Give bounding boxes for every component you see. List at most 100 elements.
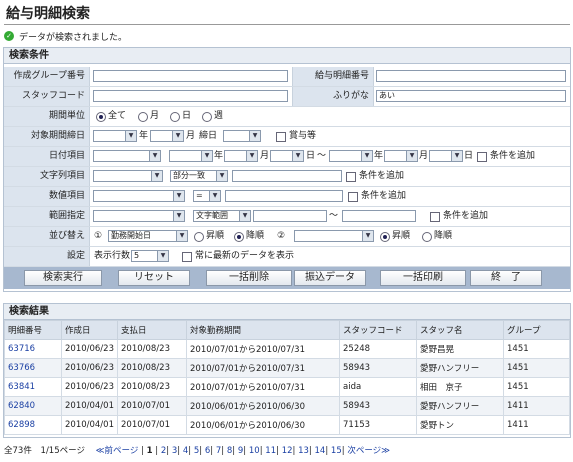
staff-code-label: スタッフコード: [4, 87, 90, 106]
detail-number-input[interactable]: [376, 70, 566, 82]
created-date-cell: 2010/06/23: [61, 377, 118, 397]
furigana-input[interactable]: あい: [376, 90, 566, 102]
range-type-select[interactable]: 文字範囲: [193, 210, 251, 222]
sort2-desc-radio[interactable]: [422, 232, 432, 242]
string-item-select[interactable]: [93, 170, 163, 182]
range-add-condition-checkbox[interactable]: [430, 212, 440, 222]
string-value-input[interactable]: [232, 170, 342, 182]
target-month-select[interactable]: [150, 130, 184, 142]
page-link[interactable]: 11: [265, 446, 276, 456]
bulk-delete-button[interactable]: 一括削除: [206, 270, 292, 286]
page-link[interactable]: 13: [298, 446, 309, 456]
period-month-radio[interactable]: [138, 112, 148, 122]
staff-code-input[interactable]: [93, 90, 288, 102]
row-period-unit: 期間単位 全て 月 日 週: [4, 107, 570, 127]
date-to-year-select[interactable]: [329, 150, 373, 162]
col-pay-date[interactable]: 支払日: [117, 320, 187, 340]
table-row: 63766 2010/06/23 2010/08/23 2010/07/01から…: [4, 358, 570, 378]
transfer-data-button[interactable]: 振込データ: [294, 270, 366, 286]
group-cell: 1411: [503, 396, 570, 416]
string-add-condition-checkbox[interactable]: [346, 172, 356, 182]
next-page-link[interactable]: 次ページ≫: [347, 446, 390, 456]
col-detail-number[interactable]: 明細番号: [4, 320, 62, 340]
closing-day-select[interactable]: [223, 130, 261, 142]
date-from-year-select[interactable]: [169, 150, 213, 162]
staff-code-cell: 58943: [339, 358, 417, 378]
detail-number-link[interactable]: 63716: [8, 344, 35, 354]
sort1-asc-label: 昇順: [206, 231, 225, 241]
row-numeric-item: 数値項目 = 条件を追加: [4, 187, 570, 207]
search-button[interactable]: 検索実行: [24, 270, 102, 286]
sort2-asc-radio[interactable]: [380, 232, 390, 242]
period-all-radio[interactable]: [96, 112, 106, 122]
numeric-value-input[interactable]: [225, 190, 343, 202]
period-day-label: 日: [182, 111, 192, 121]
bonus-checkbox[interactable]: [276, 132, 286, 142]
col-work-period[interactable]: 対象勤務期間: [186, 320, 340, 340]
target-period-label: 対象期間締日: [4, 127, 90, 146]
numeric-item-select[interactable]: [93, 190, 185, 202]
target-year-select[interactable]: [93, 130, 137, 142]
range-item-select[interactable]: [93, 210, 185, 222]
staff-name-cell: 愛野トン: [416, 415, 504, 435]
detail-number-link[interactable]: 62840: [8, 401, 35, 411]
col-created-date[interactable]: 作成日: [61, 320, 118, 340]
sort1-desc-radio[interactable]: [234, 232, 244, 242]
period-week-radio[interactable]: [202, 112, 212, 122]
range-to-input[interactable]: [342, 210, 416, 222]
detail-number-link[interactable]: 63766: [8, 363, 35, 373]
total-count: 全73件: [4, 446, 32, 456]
pager-sep: |: [141, 446, 144, 456]
bulk-print-button[interactable]: 一括印刷: [380, 270, 466, 286]
string-add-condition-label: 条件を追加: [359, 171, 405, 181]
group-cell: 1451: [503, 339, 570, 359]
sort1-asc-radio[interactable]: [194, 232, 204, 242]
col-staff-code[interactable]: スタッフコード: [339, 320, 417, 340]
page-link[interactable]: 12: [282, 446, 293, 456]
range-from-input[interactable]: [253, 210, 327, 222]
sort-2-marker: ②: [277, 231, 286, 241]
staff-code-cell: 71153: [339, 415, 417, 435]
period-unit-label: 期間単位: [4, 107, 90, 126]
date-from-day-select[interactable]: [270, 150, 304, 162]
detail-number-label: 給与明細番号: [292, 67, 374, 86]
date-from-day-unit: 日: [306, 151, 316, 161]
detail-number-link[interactable]: 62898: [8, 420, 35, 430]
pager-sep: |: [221, 446, 225, 456]
group-cell: 1451: [503, 358, 570, 378]
search-conditions-panel: 検索条件 作成グループ番号 給与明細番号 スタッフコード ふりがな あい 期間単…: [3, 47, 571, 292]
work-period-cell: 2010/07/01から2010/07/31: [186, 339, 340, 359]
rows-per-page-select[interactable]: 5: [131, 250, 169, 262]
date-to-month-unit: 月: [419, 151, 429, 161]
prev-page-link[interactable]: ≪前ページ: [96, 446, 139, 456]
date-to-day-select[interactable]: [429, 150, 463, 162]
date-to-month-select[interactable]: [384, 150, 418, 162]
reset-button[interactable]: リセット: [118, 270, 190, 286]
date-add-condition-checkbox[interactable]: [477, 152, 487, 162]
date-from-month-select[interactable]: [224, 150, 258, 162]
end-button[interactable]: 終 了: [470, 270, 542, 286]
detail-number-link[interactable]: 63841: [8, 382, 35, 392]
numeric-operator-select[interactable]: =: [193, 190, 221, 202]
rows-label: 表示行数: [94, 251, 131, 261]
numeric-add-condition-checkbox[interactable]: [348, 192, 358, 202]
sort-key1-select[interactable]: 勤務開始日: [108, 230, 188, 242]
match-type-select[interactable]: 部分一致: [170, 170, 228, 182]
col-staff-name[interactable]: スタッフ名: [416, 320, 504, 340]
page-link[interactable]: 10: [249, 446, 260, 456]
page-link[interactable]: 14: [315, 446, 326, 456]
period-day-radio[interactable]: [170, 112, 180, 122]
settings-label: 設定: [4, 247, 90, 266]
search-conditions-header: 検索条件: [4, 48, 570, 64]
table-row: 62898 2010/04/01 2010/07/01 2010/06/01から…: [4, 415, 570, 435]
date-item-select[interactable]: [93, 150, 161, 162]
pager-sep: |: [325, 446, 329, 456]
page-info: 1/15ページ: [40, 446, 85, 456]
group-number-input[interactable]: [93, 70, 288, 82]
pager-sep: |: [341, 446, 345, 456]
group-cell: 1451: [503, 377, 570, 397]
sort-key2-select[interactable]: [294, 230, 374, 242]
col-group[interactable]: グループ: [503, 320, 570, 340]
always-latest-checkbox[interactable]: [182, 252, 192, 262]
page-link[interactable]: 15: [331, 446, 342, 456]
